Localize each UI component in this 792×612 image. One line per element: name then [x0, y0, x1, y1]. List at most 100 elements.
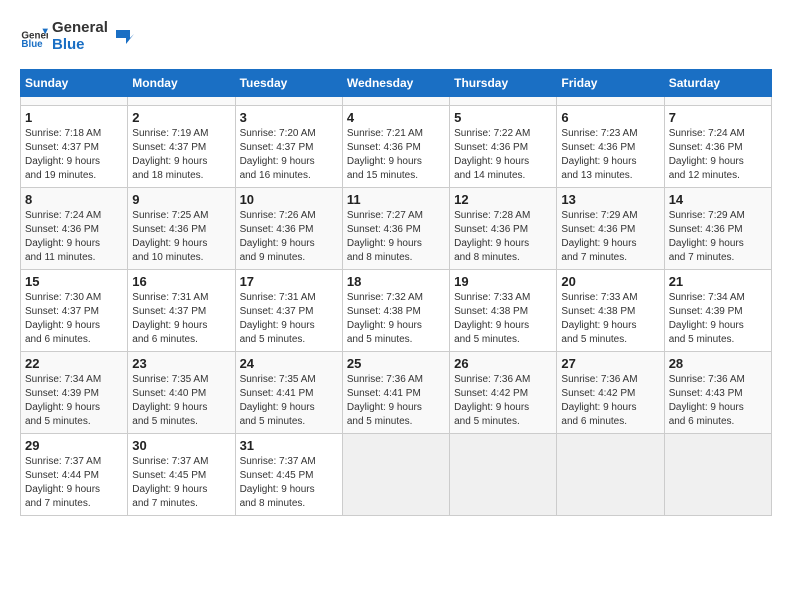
- svg-text:Blue: Blue: [21, 38, 43, 49]
- calendar-cell: 29 Sunrise: 7:37 AM Sunset: 4:44 PM Dayli…: [21, 434, 128, 516]
- calendar-cell: [664, 434, 771, 516]
- calendar-cell: [128, 97, 235, 106]
- header-tuesday: Tuesday: [235, 70, 342, 97]
- calendar-header-row: SundayMondayTuesdayWednesdayThursdayFrid…: [21, 70, 772, 97]
- calendar-cell: 5 Sunrise: 7:22 AM Sunset: 4:36 PM Daylig…: [450, 106, 557, 188]
- day-info: Sunrise: 7:22 AM Sunset: 4:36 PM Dayligh…: [454, 127, 552, 183]
- calendar-cell: 7Sunrise: 7:24 AM Sunset: 4:36 PM Daylig…: [664, 106, 771, 188]
- calendar-cell: [557, 97, 664, 106]
- day-number: 30: [132, 438, 230, 453]
- day-number: 9: [132, 192, 230, 207]
- day-number: 19: [454, 274, 552, 289]
- calendar-cell: 16 Sunrise: 7:31 AM Sunset: 4:37 PM Dayli…: [128, 270, 235, 352]
- calendar-cell: 14 Sunrise: 7:29 AM Sunset: 4:36 PM Dayli…: [664, 188, 771, 270]
- calendar-cell: 19Sunrise: 7:33 AM Sunset: 4:38 PM Dayli…: [450, 270, 557, 352]
- calendar-cell: 31Sunrise: 7:37 AM Sunset: 4:45 PM Dayli…: [235, 434, 342, 516]
- day-number: 3: [240, 110, 338, 125]
- day-info: Sunrise: 7:34 AM Sunset: 4:39 PM Dayligh…: [669, 291, 767, 347]
- day-info: Sunrise: 7:37 AM Sunset: 4:44 PM Dayligh…: [25, 455, 123, 511]
- header-sunday: Sunday: [21, 70, 128, 97]
- day-info: Sunrise: 7:24 AM Sunset: 4:36 PM Dayligh…: [25, 209, 123, 265]
- day-info: Sunrise: 7:33 AM Sunset: 4:38 PM Dayligh…: [561, 291, 659, 347]
- day-info: Sunrise: 7:36 AM Sunset: 4:41 PM Dayligh…: [347, 373, 445, 429]
- week-row-5: 29 Sunrise: 7:37 AM Sunset: 4:44 PM Dayli…: [21, 434, 772, 516]
- day-info: Sunrise: 7:35 AM Sunset: 4:41 PM Dayligh…: [240, 373, 338, 429]
- calendar-cell: 30 Sunrise: 7:37 AM Sunset: 4:45 PM Dayli…: [128, 434, 235, 516]
- day-info: Sunrise: 7:27 AM Sunset: 4:36 PM Dayligh…: [347, 209, 445, 265]
- day-number: 22: [25, 356, 123, 371]
- day-info: Sunrise: 7:18 AM Sunset: 4:37 PM Dayligh…: [25, 127, 123, 183]
- day-number: 13: [561, 192, 659, 207]
- day-info: Sunrise: 7:25 AM Sunset: 4:36 PM Dayligh…: [132, 209, 230, 265]
- calendar-cell: 11 Sunrise: 7:27 AM Sunset: 4:36 PM Dayli…: [342, 188, 449, 270]
- calendar-cell: 10Sunrise: 7:26 AM Sunset: 4:36 PM Dayli…: [235, 188, 342, 270]
- calendar-cell: [664, 97, 771, 106]
- day-number: 14: [669, 192, 767, 207]
- day-number: 21: [669, 274, 767, 289]
- calendar-cell: 25 Sunrise: 7:36 AM Sunset: 4:41 PM Dayli…: [342, 352, 449, 434]
- day-info: Sunrise: 7:30 AM Sunset: 4:37 PM Dayligh…: [25, 291, 123, 347]
- week-row-2: 8 Sunrise: 7:24 AM Sunset: 4:36 PM Daylig…: [21, 188, 772, 270]
- day-info: Sunrise: 7:20 AM Sunset: 4:37 PM Dayligh…: [240, 127, 338, 183]
- day-number: 11: [347, 192, 445, 207]
- day-number: 18: [347, 274, 445, 289]
- calendar-cell: [557, 434, 664, 516]
- day-number: 1: [25, 110, 123, 125]
- logo: General Blue General Blue: [20, 20, 134, 53]
- calendar-cell: 9 Sunrise: 7:25 AM Sunset: 4:36 PM Daylig…: [128, 188, 235, 270]
- day-info: Sunrise: 7:34 AM Sunset: 4:39 PM Dayligh…: [25, 373, 123, 429]
- calendar-cell: 20Sunrise: 7:33 AM Sunset: 4:38 PM Dayli…: [557, 270, 664, 352]
- day-number: 5: [454, 110, 552, 125]
- calendar-cell: [21, 97, 128, 106]
- calendar-cell: 15Sunrise: 7:30 AM Sunset: 4:37 PM Dayli…: [21, 270, 128, 352]
- day-info: Sunrise: 7:29 AM Sunset: 4:36 PM Dayligh…: [561, 209, 659, 265]
- day-info: Sunrise: 7:31 AM Sunset: 4:37 PM Dayligh…: [240, 291, 338, 347]
- day-number: 6: [561, 110, 659, 125]
- header-monday: Monday: [128, 70, 235, 97]
- calendar-cell: 3 Sunrise: 7:20 AM Sunset: 4:37 PM Daylig…: [235, 106, 342, 188]
- day-info: Sunrise: 7:19 AM Sunset: 4:37 PM Dayligh…: [132, 127, 230, 183]
- day-info: Sunrise: 7:24 AM Sunset: 4:36 PM Dayligh…: [669, 127, 767, 183]
- calendar-cell: [235, 97, 342, 106]
- calendar-cell: 27 Sunrise: 7:36 AM Sunset: 4:42 PM Dayli…: [557, 352, 664, 434]
- calendar-cell: 13 Sunrise: 7:29 AM Sunset: 4:36 PM Dayli…: [557, 188, 664, 270]
- day-number: 2: [132, 110, 230, 125]
- calendar-cell: [342, 434, 449, 516]
- day-number: 26: [454, 356, 552, 371]
- calendar-cell: 6 Sunrise: 7:23 AM Sunset: 4:36 PM Daylig…: [557, 106, 664, 188]
- calendar-cell: 22 Sunrise: 7:34 AM Sunset: 4:39 PM Dayli…: [21, 352, 128, 434]
- day-info: Sunrise: 7:21 AM Sunset: 4:36 PM Dayligh…: [347, 127, 445, 183]
- calendar-cell: 18 Sunrise: 7:32 AM Sunset: 4:38 PM Dayli…: [342, 270, 449, 352]
- week-row-4: 22 Sunrise: 7:34 AM Sunset: 4:39 PM Dayli…: [21, 352, 772, 434]
- calendar-cell: 26 Sunrise: 7:36 AM Sunset: 4:42 PM Dayli…: [450, 352, 557, 434]
- day-info: Sunrise: 7:23 AM Sunset: 4:36 PM Dayligh…: [561, 127, 659, 183]
- day-number: 8: [25, 192, 123, 207]
- day-info: Sunrise: 7:26 AM Sunset: 4:36 PM Dayligh…: [240, 209, 338, 265]
- day-number: 16: [132, 274, 230, 289]
- calendar-cell: 24 Sunrise: 7:35 AM Sunset: 4:41 PM Dayli…: [235, 352, 342, 434]
- week-row-0: [21, 97, 772, 106]
- day-number: 25: [347, 356, 445, 371]
- day-info: Sunrise: 7:37 AM Sunset: 4:45 PM Dayligh…: [132, 455, 230, 511]
- week-row-1: 1 Sunrise: 7:18 AM Sunset: 4:37 PM Daylig…: [21, 106, 772, 188]
- calendar-cell: 1 Sunrise: 7:18 AM Sunset: 4:37 PM Daylig…: [21, 106, 128, 188]
- day-number: 17: [240, 274, 338, 289]
- day-number: 29: [25, 438, 123, 453]
- calendar-cell: 12Sunrise: 7:28 AM Sunset: 4:36 PM Dayli…: [450, 188, 557, 270]
- calendar-table: SundayMondayTuesdayWednesdayThursdayFrid…: [20, 69, 772, 516]
- day-info: Sunrise: 7:37 AM Sunset: 4:45 PM Dayligh…: [240, 455, 338, 511]
- day-number: 24: [240, 356, 338, 371]
- day-info: Sunrise: 7:36 AM Sunset: 4:42 PM Dayligh…: [561, 373, 659, 429]
- logo-blue: Blue: [52, 37, 108, 54]
- logo-arrow-icon: [112, 26, 134, 48]
- calendar-cell: 4Sunrise: 7:21 AM Sunset: 4:36 PM Daylig…: [342, 106, 449, 188]
- day-info: Sunrise: 7:36 AM Sunset: 4:42 PM Dayligh…: [454, 373, 552, 429]
- day-info: Sunrise: 7:29 AM Sunset: 4:36 PM Dayligh…: [669, 209, 767, 265]
- calendar-cell: 8 Sunrise: 7:24 AM Sunset: 4:36 PM Daylig…: [21, 188, 128, 270]
- header-saturday: Saturday: [664, 70, 771, 97]
- logo-general: General: [52, 19, 108, 36]
- day-info: Sunrise: 7:32 AM Sunset: 4:38 PM Dayligh…: [347, 291, 445, 347]
- day-number: 27: [561, 356, 659, 371]
- calendar-cell: [450, 97, 557, 106]
- day-info: Sunrise: 7:31 AM Sunset: 4:37 PM Dayligh…: [132, 291, 230, 347]
